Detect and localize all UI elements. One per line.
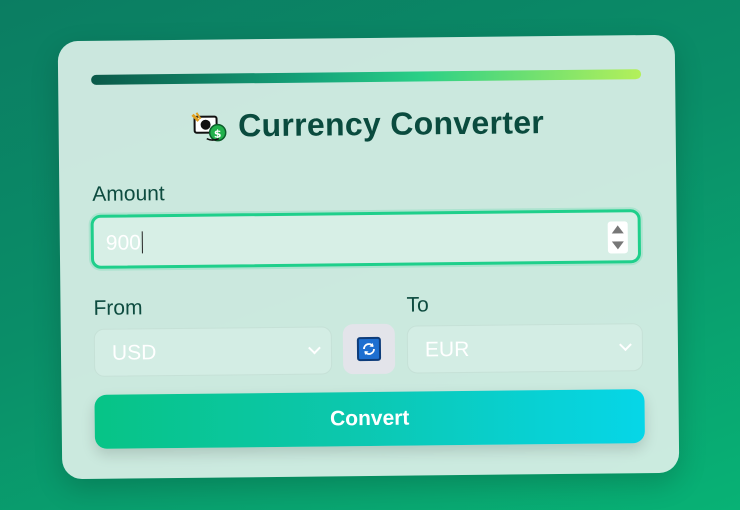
currency-exchange-icon: $: [190, 110, 226, 142]
converter-card: $ Currency Converter Amount 900 From USD…: [57, 34, 680, 480]
from-currency-select[interactable]: USD: [93, 326, 333, 377]
from-label: From: [93, 296, 143, 320]
to-currency-select[interactable]: EUR: [406, 323, 644, 374]
from-currency-value: USD: [111, 341, 157, 365]
chevron-down-icon: [308, 341, 321, 355]
convert-button[interactable]: Convert: [94, 389, 645, 449]
amount-value: 900: [105, 231, 142, 255]
swap-button[interactable]: [342, 323, 396, 375]
to-label: To: [406, 293, 429, 317]
amount-stepper[interactable]: [607, 221, 628, 254]
header: $ Currency Converter: [58, 103, 675, 146]
chevron-down-icon: [619, 338, 632, 352]
amount-label: Amount: [92, 182, 165, 206]
accent-bar: [91, 69, 642, 85]
page-title: Currency Converter: [237, 104, 545, 144]
step-down-icon[interactable]: [611, 241, 624, 250]
to-currency-value: EUR: [424, 337, 470, 362]
swap-icon: [356, 336, 382, 362]
amount-input[interactable]: 900: [90, 209, 642, 269]
convert-button-label: Convert: [329, 406, 410, 431]
step-up-icon[interactable]: [611, 225, 624, 234]
text-caret: [141, 231, 143, 254]
